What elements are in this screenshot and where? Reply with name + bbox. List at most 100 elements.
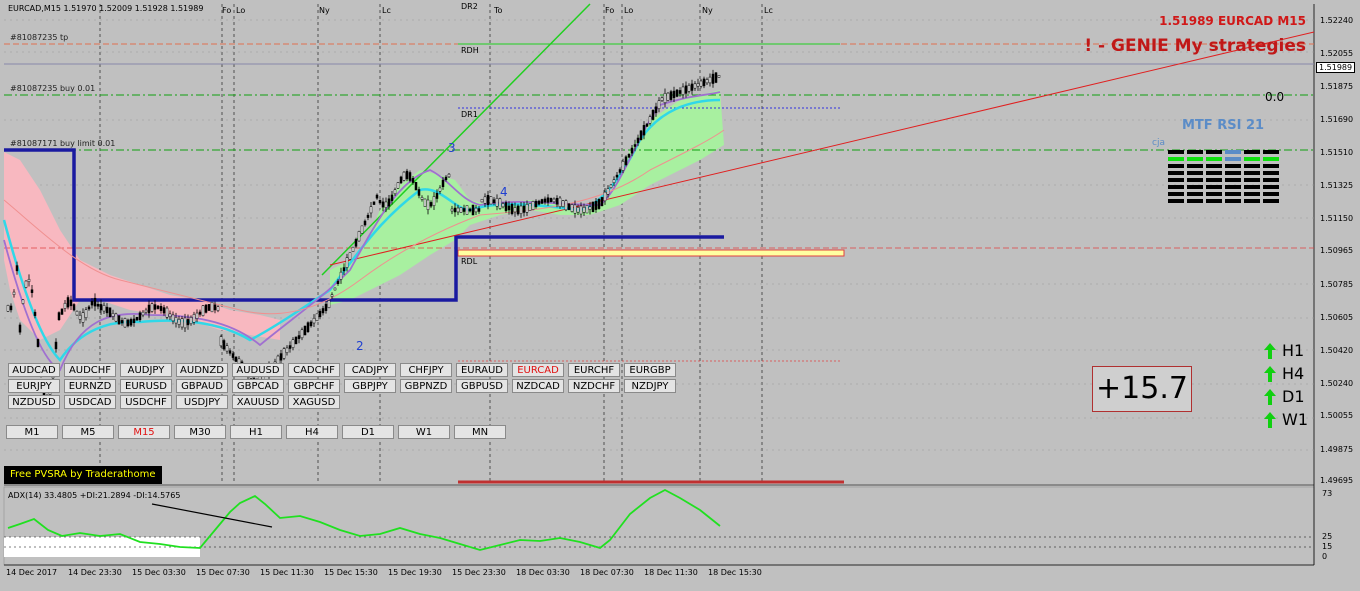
symbol-button-xauusd[interactable]: XAUUSD [232, 395, 284, 409]
symbol-button-usdcad[interactable]: USDCAD [64, 395, 116, 409]
candle-body [525, 203, 529, 213]
candle-body [591, 201, 595, 213]
session-label-lc-2: Lc [764, 6, 773, 15]
candle-body [390, 194, 394, 201]
candle-body [555, 197, 559, 205]
symbol-button-cadchf[interactable]: CADCHF [288, 363, 340, 377]
timeframe-button-m1[interactable]: M1 [6, 425, 58, 439]
candle-body [444, 176, 448, 181]
symbol-button-gbpchf[interactable]: GBPCHF [288, 379, 340, 393]
symbol-button-euraud[interactable]: EURAUD [456, 363, 508, 377]
candle-body [384, 201, 388, 208]
mtf-rsi-cell [1225, 185, 1241, 189]
symbol-button-usdchf[interactable]: USDCHF [120, 395, 172, 409]
timeframe-button-d1[interactable]: D1 [342, 425, 394, 439]
chart-header-info: EURCAD,M15 1.51970 1.52009 1.51928 1.519… [8, 4, 204, 13]
symbol-button-chfjpy[interactable]: CHFJPY [400, 363, 452, 377]
mtf-rsi-cell [1168, 164, 1184, 168]
candle-body [18, 324, 22, 333]
mtf-rsi-grid [1164, 148, 1288, 208]
candle-body [381, 201, 385, 208]
symbol-button-gbpaud[interactable]: GBPAUD [176, 379, 228, 393]
candle-body [399, 176, 403, 184]
symbol-button-audchf[interactable]: AUDCHF [64, 363, 116, 377]
mtf-rsi-title: MTF RSI 21 [1182, 118, 1265, 133]
mtf-rsi-cell [1168, 157, 1184, 161]
chart-area[interactable]: 2 3 4 EURCAD,M15 1.51970 1.52009 1.51928… [0, 0, 1360, 587]
trend-tf-label: H4 [1282, 364, 1305, 383]
symbol-button-eurnzd[interactable]: EURNZD [64, 379, 116, 393]
candle-body [702, 78, 706, 87]
timeframe-button-m30[interactable]: M30 [174, 425, 226, 439]
symbol-button-audusd[interactable]: AUDUSD [232, 363, 284, 377]
time-tick: 15 Dec 03:30 [132, 568, 186, 577]
timeframe-button-h4[interactable]: H4 [286, 425, 338, 439]
symbol-button-eurchf[interactable]: EURCHF [568, 363, 620, 377]
candle-body [168, 313, 172, 318]
candle-body [480, 198, 484, 203]
candle-body [303, 325, 307, 336]
symbol-button-cadjpy[interactable]: CADJPY [344, 363, 396, 377]
candle-body [639, 130, 643, 141]
mtf-rsi-cell [1244, 171, 1260, 175]
mtf-rsi-cell [1206, 157, 1222, 161]
candle-body [528, 202, 532, 211]
symbol-button-eurusd[interactable]: EURUSD [120, 379, 172, 393]
mtf-rsi-cell [1244, 199, 1260, 203]
candle-body [360, 225, 364, 234]
symbol-button-gbpnzd[interactable]: GBPNZD [400, 379, 452, 393]
symbol-button-nzdcad[interactable]: NZDCAD [512, 379, 564, 393]
symbol-button-xagusd[interactable]: XAGUSD [288, 395, 340, 409]
candle-body [717, 75, 721, 78]
candle-body [423, 198, 427, 207]
candle-body [648, 116, 652, 124]
candle-body [324, 303, 328, 311]
symbol-button-nzdchf[interactable]: NZDCHF [568, 379, 620, 393]
price-tick: 1.50420 [1320, 346, 1354, 355]
candle-body [576, 207, 580, 213]
price-tick: 1.50055 [1320, 411, 1354, 420]
arrow-up-icon [1264, 389, 1276, 405]
symbol-button-gbpcad[interactable]: GBPCAD [232, 379, 284, 393]
symbol-button-nzdjpy[interactable]: NZDJPY [624, 379, 676, 393]
mtf-rsi-cell [1244, 192, 1260, 196]
symbol-button-audnzd[interactable]: AUDNZD [176, 363, 228, 377]
timeframe-button-h1[interactable]: H1 [230, 425, 282, 439]
mtf-rsi-cell [1225, 171, 1241, 175]
symbol-button-eurgbp[interactable]: EURGBP [624, 363, 676, 377]
candle-body [132, 318, 136, 324]
candle-body [147, 304, 151, 314]
price-tick: 1.51325 [1320, 181, 1354, 190]
candle-body [465, 205, 469, 215]
candle-body [708, 76, 712, 84]
candle-body [33, 311, 37, 316]
mtf-rsi-cell [1263, 150, 1279, 154]
symbol-button-eurcad[interactable]: EURCAD [512, 363, 564, 377]
symbol-button-audcad[interactable]: AUDCAD [8, 363, 60, 377]
candle-body [333, 287, 337, 291]
timeframe-button-m5[interactable]: M5 [62, 425, 114, 439]
symbol-button-usdjpy[interactable]: USDJPY [176, 395, 228, 409]
mtf-rsi-cell [1263, 178, 1279, 182]
candle-body [84, 309, 88, 319]
candle-body [54, 341, 58, 350]
mtf-rsi-cell [1168, 199, 1184, 203]
candle-body [363, 220, 367, 226]
symbol-button-gbpusd[interactable]: GBPUSD [456, 379, 508, 393]
symbol-button-audjpy[interactable]: AUDJPY [120, 363, 172, 377]
candle-body [285, 347, 289, 353]
price-tick: 1.50605 [1320, 313, 1354, 322]
candle-body [153, 304, 157, 310]
candle-body [507, 205, 511, 211]
timeframe-button-mn[interactable]: MN [454, 425, 506, 439]
candle-body [174, 317, 178, 324]
timeframe-button-w1[interactable]: W1 [398, 425, 450, 439]
candle-body [540, 199, 544, 204]
candle-body [543, 198, 547, 203]
symbol-button-nzdusd[interactable]: NZDUSD [8, 395, 60, 409]
symbol-button-eurjpy[interactable]: EURJPY [8, 379, 60, 393]
timeframe-button-m15[interactable]: M15 [118, 425, 170, 439]
symbol-button-gbpjpy[interactable]: GBPJPY [344, 379, 396, 393]
candle-body [78, 314, 82, 320]
candle-body [99, 304, 103, 311]
